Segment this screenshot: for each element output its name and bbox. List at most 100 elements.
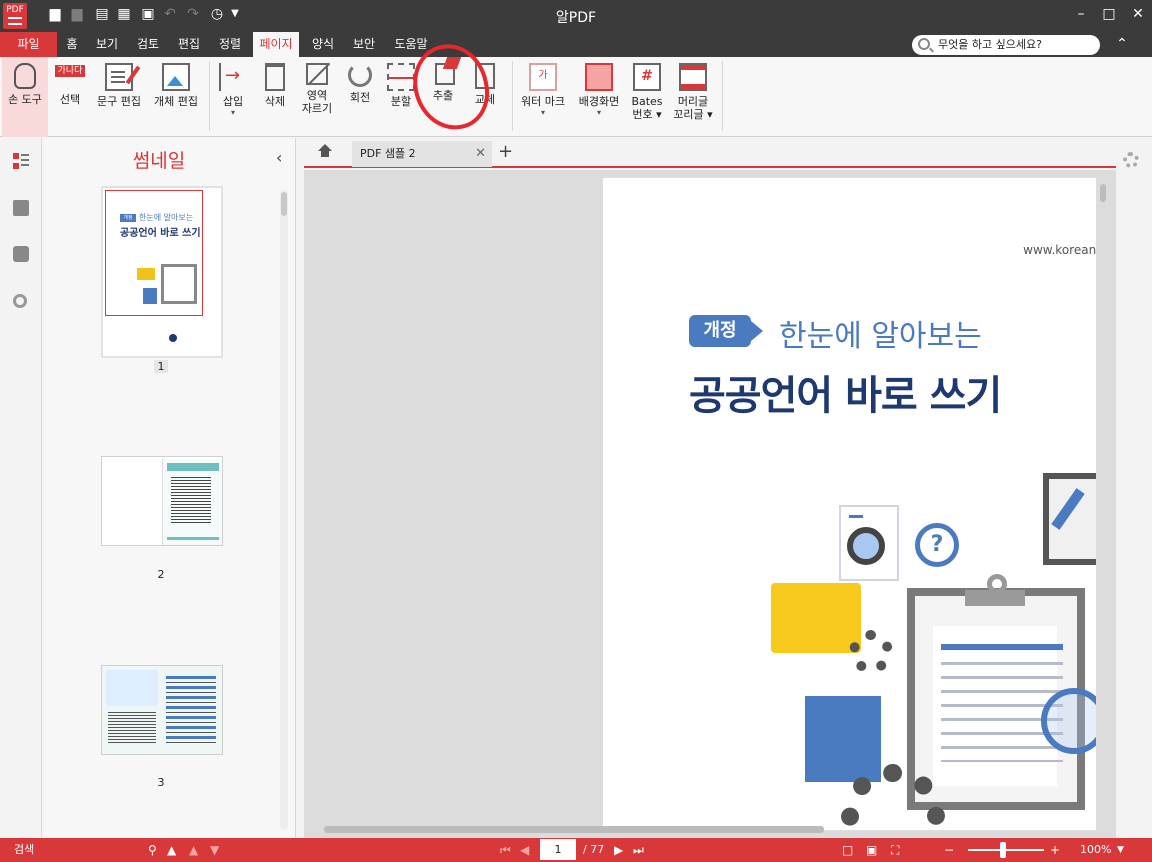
menu-file[interactable]: 파일 (0, 32, 57, 57)
first-page-icon[interactable]: ⏮ (500, 843, 511, 858)
thumb-emblem (169, 334, 177, 342)
thumbnail-panel-icon[interactable] (13, 153, 29, 169)
crop-page-button[interactable]: 영역 자르기 (297, 57, 337, 137)
comment-icon[interactable] (13, 246, 29, 262)
thumbnail-page-2[interactable] (101, 456, 223, 546)
select-button[interactable]: 가나다 선택 (50, 57, 90, 137)
thumb-subtitle: 한눈에 알아보는 (139, 213, 194, 222)
ribbon-separator (722, 61, 723, 131)
magnifier-icon (847, 527, 885, 565)
search-next-icon[interactable]: ▼ (210, 843, 219, 857)
thumb-clipboard-illustration (161, 264, 197, 304)
settings-gear-icon[interactable] (1123, 152, 1139, 168)
menu-security[interactable]: 보안 (346, 32, 382, 57)
watermark-button[interactable]: 가 워터 마크 ▾ (516, 57, 570, 137)
search-label: 검색 (14, 843, 35, 856)
header-footer-button[interactable]: 머리글 꼬리글 ▾ (670, 57, 716, 137)
thumb-folder-illustration (137, 268, 155, 280)
minimize-icon[interactable]: – (1071, 4, 1091, 24)
delete-page-button[interactable]: 삭제 (256, 57, 294, 137)
navigation-rail (0, 138, 42, 838)
menu-arrange[interactable]: 정렬 (212, 32, 248, 57)
thumb-title: 공공언어 바로 쓰기 (120, 228, 201, 239)
bookmark-icon[interactable] (13, 200, 29, 216)
text-edit-button[interactable]: 문구 편집 (92, 57, 146, 137)
new-tab-icon[interactable]: + (498, 141, 513, 162)
prev-page-icon[interactable]: ◀ (520, 843, 529, 857)
scroll-thumb[interactable] (324, 826, 824, 833)
thumbnail-page-number: 3 (157, 776, 165, 789)
document-tab[interactable]: PDF 샘플 2 ✕ (352, 141, 492, 167)
zoom-slider[interactable] (968, 849, 1044, 851)
menu-bar: 파일 홈 보기 검토 편집 정렬 페이지 양식 보안 도움말 무엇을 하고 싶으… (0, 32, 1152, 57)
menu-review[interactable]: 검토 (130, 32, 166, 57)
clipboard-paper (933, 626, 1063, 786)
title-bar: PDF ▆ ▆ ▤ ▦ ▣ ↶ ↷ ◷ ▼ 알PDF – □ ✕ (0, 0, 1152, 32)
thumb-page-2-content (162, 459, 222, 545)
thumb-diagram (106, 670, 158, 706)
pen-icon (1051, 488, 1085, 530)
question-icon: ? (915, 523, 959, 567)
pen-document-illustration (1043, 473, 1096, 565)
zoom-in-icon[interactable]: + (1050, 843, 1060, 857)
bates-number-icon: # (633, 63, 661, 91)
total-pages: / 77 (583, 843, 605, 856)
horizontal-scrollbar[interactable] (316, 824, 1086, 834)
menu-edit[interactable]: 편집 (171, 32, 207, 57)
rotate-page-button[interactable]: 회전 (341, 57, 379, 137)
menu-form[interactable]: 양식 (305, 32, 341, 57)
document-subtitle: 한눈에 알아보는 (779, 319, 982, 354)
split-icon (387, 63, 415, 91)
zoom-out-icon[interactable]: − (944, 843, 954, 857)
status-search-icon[interactable]: ⚲ (148, 843, 157, 857)
last-page-icon[interactable]: ⏭ (633, 843, 644, 858)
hand-tool-button[interactable]: 손 도구 (2, 57, 48, 137)
trash-icon (265, 63, 285, 91)
scroll-thumb[interactable] (1100, 184, 1106, 202)
zoom-slider-handle[interactable] (1000, 842, 1006, 858)
full-screen-icon[interactable]: ⛶ (891, 843, 899, 858)
object-edit-button[interactable]: 개체 편집 (148, 57, 204, 137)
search-up-icon[interactable]: ▲ (167, 843, 176, 857)
revision-badge: 개정 (689, 315, 763, 347)
thumb-text-block (166, 676, 216, 746)
document-page: www.korean. 개정 한눈에 알아보는 공공언어 바로 쓰기 ? (603, 178, 1096, 830)
insert-page-button[interactable]: 삽입 ▾ (214, 57, 252, 137)
search-prev-icon[interactable]: ▲ (189, 843, 198, 857)
next-page-icon[interactable]: ▶ (614, 843, 623, 857)
thumbnail-page-1[interactable]: 개정 한눈에 알아보는 공공언어 바로 쓰기 (101, 186, 223, 358)
collapse-panel-icon[interactable]: ‹ (276, 148, 282, 167)
close-tab-icon[interactable]: ✕ (475, 141, 486, 167)
fit-page-icon[interactable]: □ (842, 843, 853, 857)
maximize-icon[interactable]: □ (1099, 4, 1119, 24)
document-view[interactable]: www.korean. 개정 한눈에 알아보는 공공언어 바로 쓰기 ? (304, 170, 1116, 838)
search-input[interactable]: 무엇을 하고 싶으세요? (912, 35, 1100, 55)
paper-heading (941, 644, 1063, 650)
home-icon[interactable] (318, 144, 332, 158)
zoom-level: 100% (1080, 843, 1112, 856)
menu-page[interactable]: 페이지 (253, 32, 299, 57)
thumbnail-scrollbar[interactable] (280, 190, 288, 830)
thumbnail-page-3[interactable] (101, 665, 223, 755)
ribbon-separator (512, 61, 513, 131)
menu-view[interactable]: 보기 (89, 32, 125, 57)
collapse-ribbon-icon[interactable]: ⌃ (1112, 36, 1132, 54)
clipboard-clip (965, 590, 1025, 606)
close-icon[interactable]: ✕ (1128, 4, 1148, 24)
bates-number-button[interactable]: # Bates 번호 ▾ (627, 57, 667, 137)
background-button[interactable]: 배경화면 ▾ (573, 57, 625, 137)
small-gear-icon (849, 630, 893, 674)
page-number-input[interactable]: 1 (540, 839, 576, 860)
ribbon-separator (209, 61, 210, 131)
zoom-dropdown-icon[interactable]: ▼ (1117, 845, 1124, 855)
window-title: 알PDF (555, 10, 597, 26)
thumbnail-page-number: 2 (157, 568, 165, 581)
select-text-icon: 가나다 (55, 65, 85, 77)
search-panel-icon[interactable] (13, 294, 27, 308)
scroll-thumb[interactable] (281, 192, 287, 216)
thumb-header-bar (167, 463, 219, 471)
menu-home[interactable]: 홈 (60, 32, 84, 57)
thumbnail-panel-title: 썸네일 (132, 150, 186, 172)
fit-width-icon[interactable]: ▣ (866, 843, 877, 857)
vertical-scrollbar[interactable] (1098, 178, 1108, 818)
